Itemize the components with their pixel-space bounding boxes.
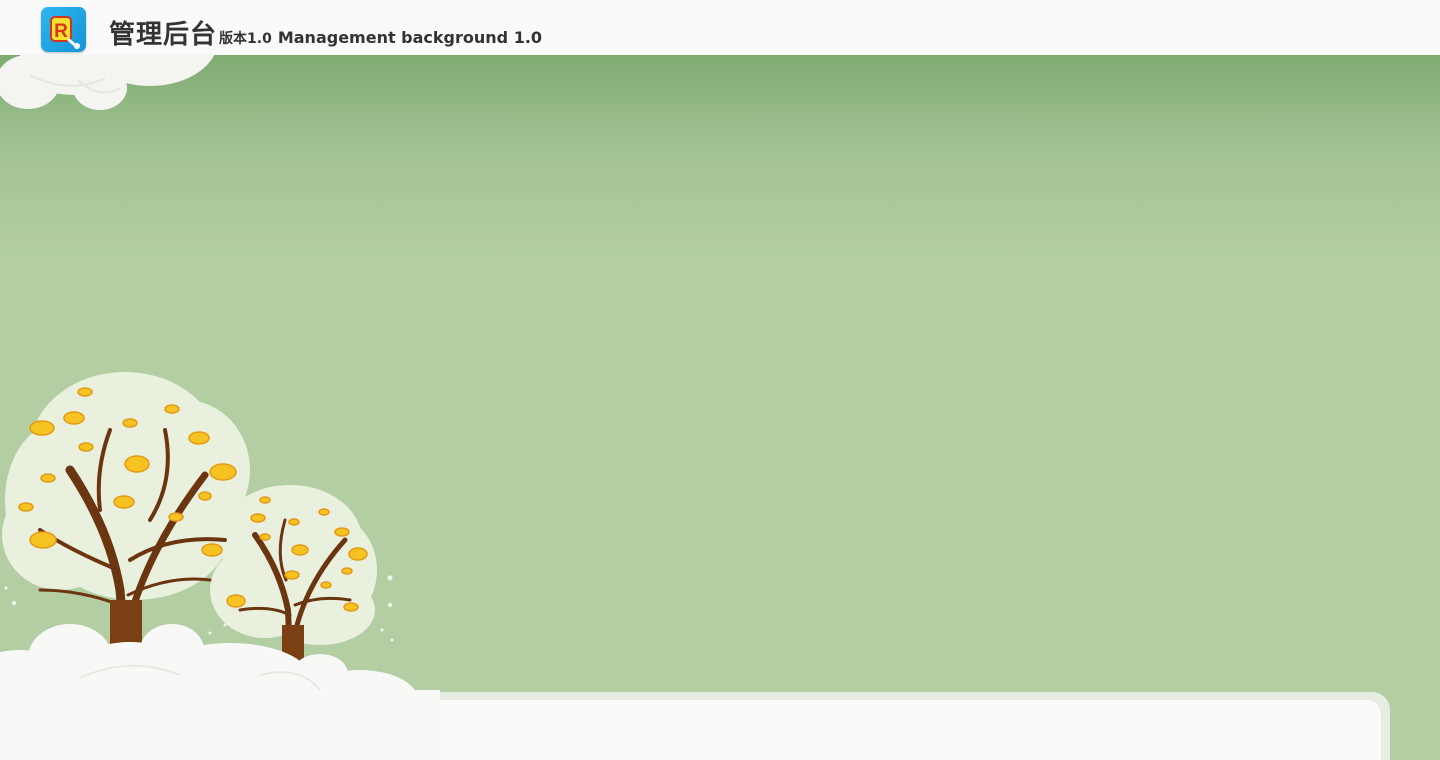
- header-title-group: 管理后台 版本1.0 Management background 1.0: [109, 14, 542, 51]
- page-title: 管理后台: [109, 20, 218, 50]
- version-label: 版本1.0: [219, 31, 272, 47]
- page-subtitle: Management background 1.0: [277, 28, 543, 47]
- top-header: R 管理后台 版本1.0 Management background 1.0: [0, 0, 1440, 55]
- bottom-clouds: [0, 624, 440, 760]
- svg-text:R: R: [54, 21, 68, 42]
- app-logo-icon[interactable]: R: [41, 7, 86, 52]
